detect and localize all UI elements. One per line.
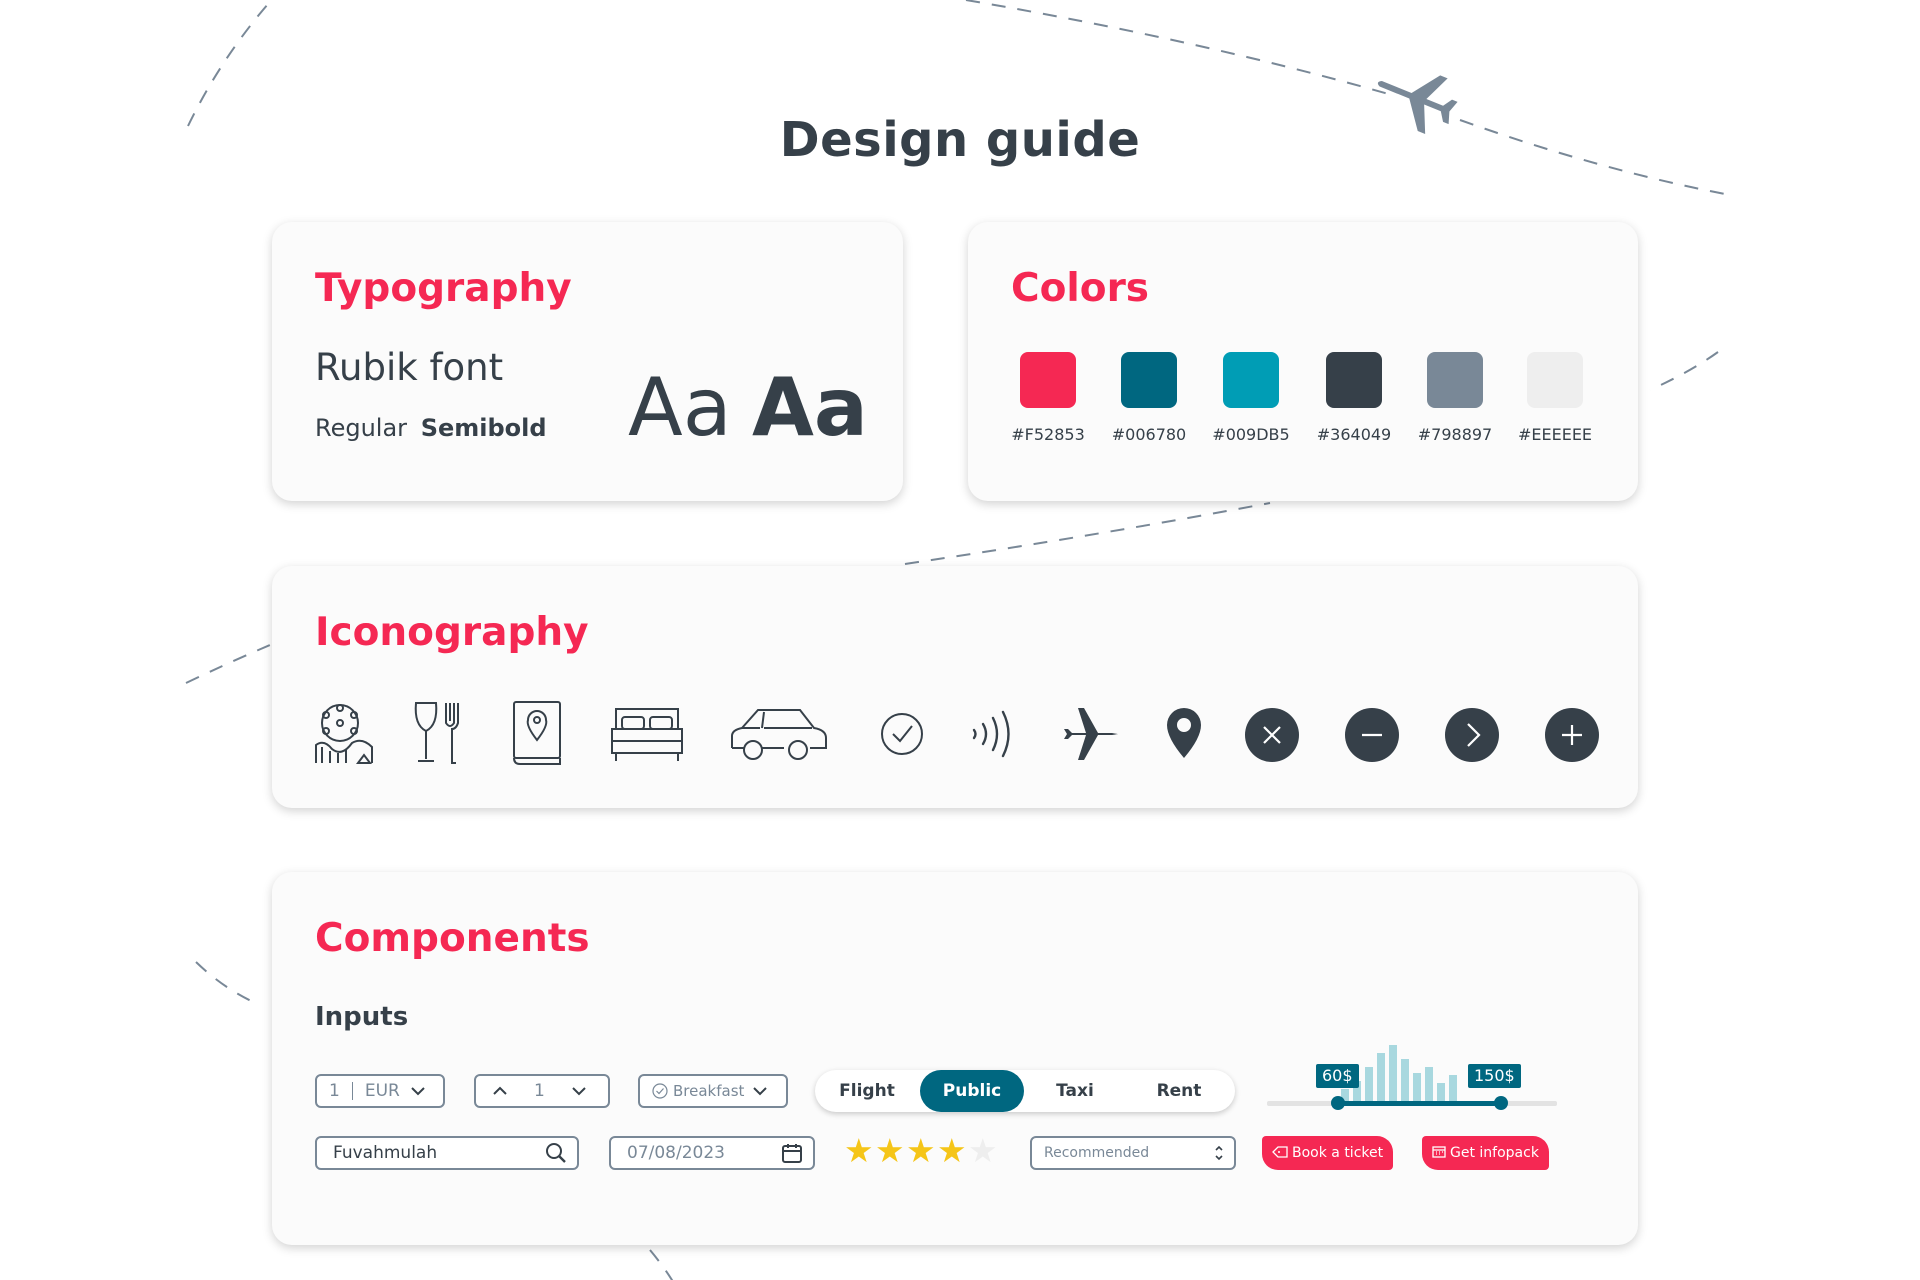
range-min-label: 60$ xyxy=(1316,1064,1359,1088)
typography-title: Typography xyxy=(315,266,572,311)
check-circle-icon xyxy=(881,713,923,755)
search-input[interactable]: Fuvahmulah xyxy=(315,1136,579,1170)
swatch-gray-label: #798897 xyxy=(1417,425,1493,444)
currency-select[interactable]: 1 EUR xyxy=(315,1074,445,1108)
tab-flight[interactable]: Flight xyxy=(825,1070,909,1112)
sample-regular: Aa xyxy=(628,361,732,454)
stepper-value: 1 xyxy=(534,1081,545,1101)
date-input[interactable]: 07/08/2023 xyxy=(609,1136,815,1170)
inputs-heading: Inputs xyxy=(315,1002,409,1032)
book-ticket-button[interactable]: Book a ticket xyxy=(1262,1136,1394,1170)
swatch-red-label: #F52853 xyxy=(1011,425,1085,444)
slider-range xyxy=(1337,1101,1501,1106)
check-circle-icon xyxy=(652,1083,668,1099)
swatch-dark-teal xyxy=(1121,352,1177,408)
guidebook-icon xyxy=(513,701,561,765)
close-circle-icon[interactable] xyxy=(1245,708,1299,762)
location-pin-icon xyxy=(1167,708,1201,758)
weight-regular: Regular xyxy=(315,414,408,442)
currency-divider xyxy=(351,1082,353,1100)
breakfast-label: Breakfast xyxy=(673,1082,745,1100)
bed-icon xyxy=(611,708,683,761)
font-weights: Regular Semibold xyxy=(315,414,547,442)
date-value: 07/08/2023 xyxy=(627,1143,725,1163)
sort-value: Recommended xyxy=(1044,1145,1150,1161)
ticket-icon xyxy=(1272,1146,1288,1158)
theme-park-icon xyxy=(315,704,373,764)
swatch-light-gray xyxy=(1527,352,1583,408)
chevron-down-icon xyxy=(411,1087,425,1096)
breakfast-select[interactable]: Breakfast xyxy=(638,1074,788,1108)
chevron-down-icon xyxy=(753,1087,768,1096)
chevron-up-icon[interactable] xyxy=(492,1086,508,1096)
currency-code: EUR xyxy=(364,1081,400,1101)
range-max-handle[interactable] xyxy=(1494,1096,1508,1110)
get-infopack-label: Get infopack xyxy=(1450,1145,1539,1161)
swatch-teal xyxy=(1223,352,1279,408)
iconography-card: Iconography xyxy=(272,566,1638,808)
tab-taxi[interactable]: Taxi xyxy=(1025,1070,1125,1112)
star-filled[interactable]: ★ xyxy=(844,1134,874,1167)
quantity-stepper[interactable]: 1 xyxy=(474,1074,610,1108)
typography-card: Typography Rubik font Regular Semibold A… xyxy=(272,222,903,501)
star-filled[interactable]: ★ xyxy=(937,1134,967,1167)
font-name: Rubik font xyxy=(315,346,504,389)
chevron-down-icon[interactable] xyxy=(571,1086,587,1096)
tab-rent[interactable]: Rent xyxy=(1129,1070,1229,1112)
sample-semibold: Aa xyxy=(752,361,868,454)
tab-public[interactable]: Public xyxy=(920,1070,1024,1112)
swatch-red xyxy=(1020,352,1076,408)
sort-chevrons-icon xyxy=(1215,1145,1223,1161)
calendar-icon xyxy=(1432,1146,1446,1158)
book-ticket-label: Book a ticket xyxy=(1292,1145,1384,1161)
colors-card: Colors #F52853 #006780 #009DB5 #364049 #… xyxy=(968,222,1638,501)
swatch-charcoal-label: #364049 xyxy=(1316,425,1392,444)
plus-circle-icon[interactable] xyxy=(1545,708,1599,762)
components-card: Components Inputs 1 EUR 1 Breakfast Flig… xyxy=(272,872,1638,1245)
chevron-right-circle-icon[interactable] xyxy=(1445,708,1499,762)
weight-semibold: Semibold xyxy=(420,414,547,442)
calendar-icon[interactable] xyxy=(781,1142,803,1164)
range-max-label: 150$ xyxy=(1468,1064,1521,1088)
swatch-gray xyxy=(1427,352,1483,408)
transport-segmented-control: Flight Public Taxi Rent xyxy=(815,1070,1235,1112)
components-title: Components xyxy=(315,916,590,961)
swatch-charcoal xyxy=(1326,352,1382,408)
star-empty[interactable]: ★ xyxy=(968,1134,998,1167)
search-icon[interactable] xyxy=(545,1142,567,1164)
star-filled[interactable]: ★ xyxy=(875,1134,905,1167)
swatch-light-gray-label: #EEEEEE xyxy=(1517,425,1593,444)
iconography-title: Iconography xyxy=(315,610,589,655)
restaurant-icon xyxy=(414,702,459,764)
colors-title: Colors xyxy=(1011,266,1150,311)
swatch-dark-teal-label: #006780 xyxy=(1111,425,1187,444)
car-icon xyxy=(731,709,827,760)
airplane-icon xyxy=(1064,708,1118,760)
range-min-handle[interactable] xyxy=(1331,1096,1345,1110)
search-value: Fuvahmulah xyxy=(333,1143,438,1163)
star-filled[interactable]: ★ xyxy=(906,1134,936,1167)
get-infopack-button[interactable]: Get infopack xyxy=(1422,1136,1549,1170)
sort-select[interactable]: Recommended xyxy=(1030,1136,1236,1170)
contactless-icon xyxy=(972,710,1010,758)
swatch-teal-label: #009DB5 xyxy=(1212,425,1290,444)
currency-amount: 1 xyxy=(329,1081,340,1101)
minus-circle-icon[interactable] xyxy=(1345,708,1399,762)
page-title: Design guide xyxy=(779,112,1141,169)
